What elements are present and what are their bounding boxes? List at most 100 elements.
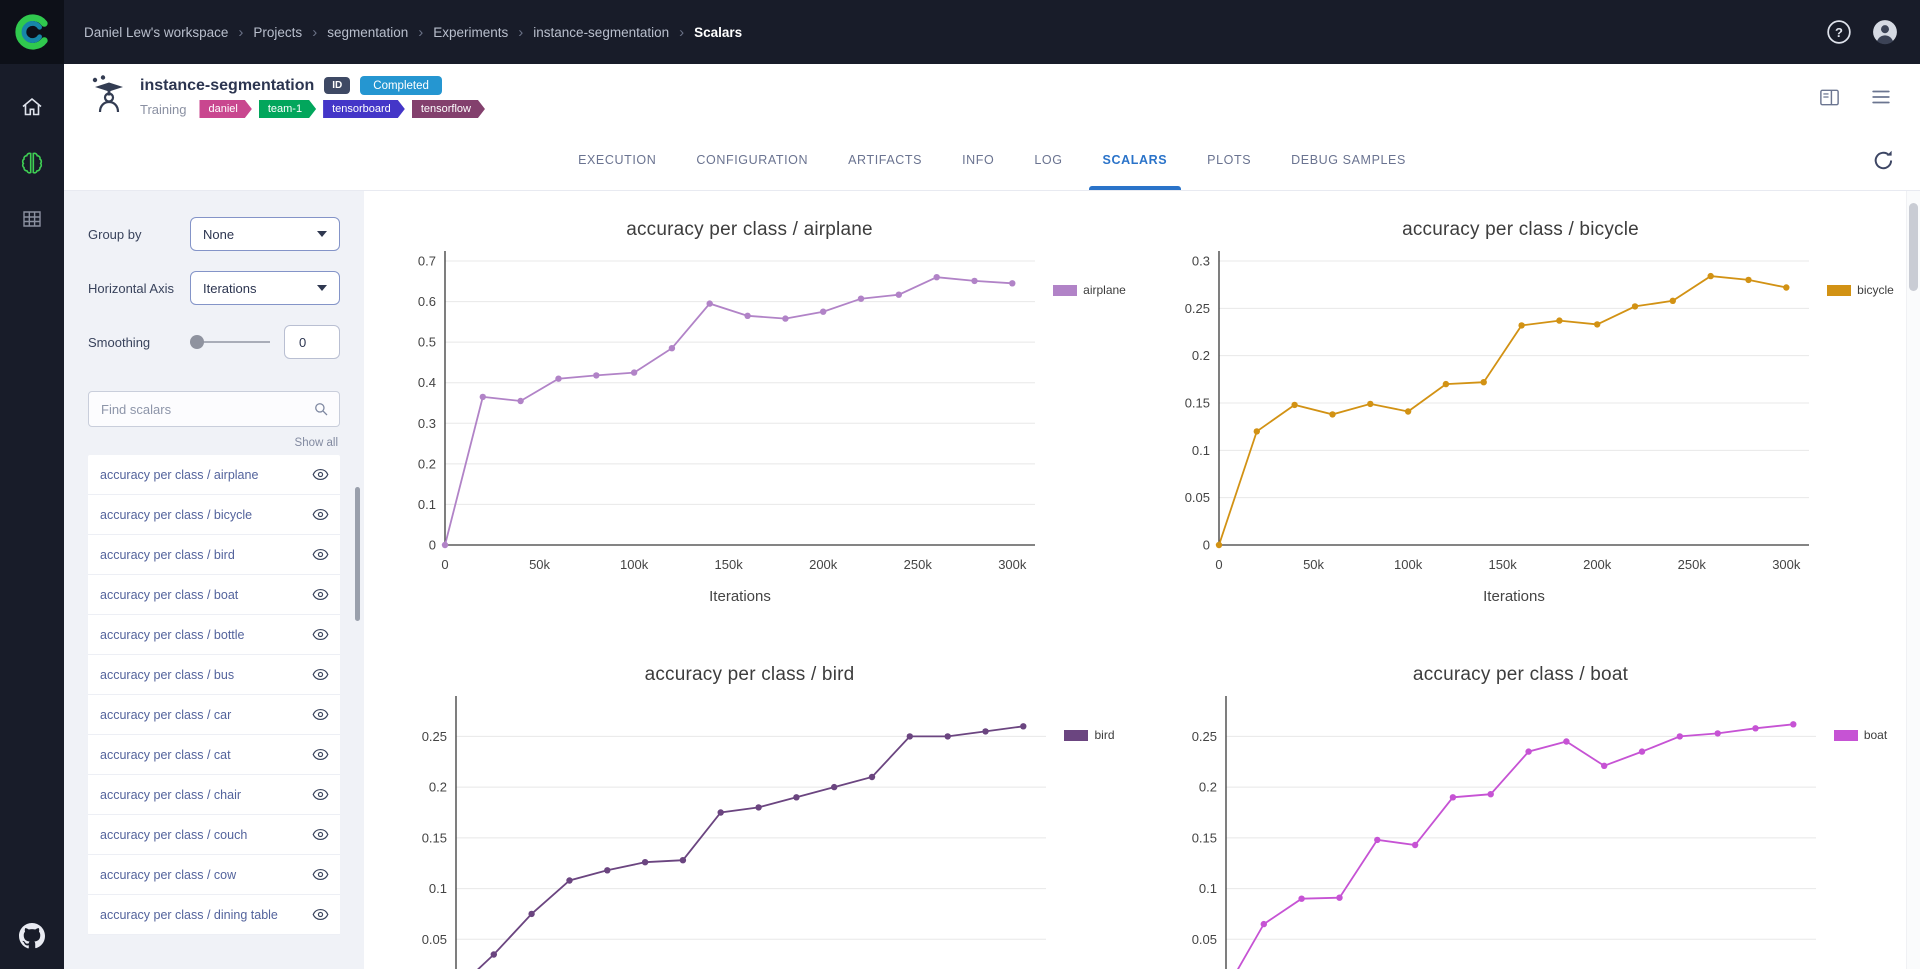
list-item[interactable]: accuracy per class / bird [88,535,340,575]
eye-icon[interactable] [311,665,330,684]
breadcrumb-separator: › [418,24,423,41]
eye-icon[interactable] [311,585,330,604]
legend-swatch [1827,285,1851,296]
eye-icon[interactable] [311,505,330,524]
search-icon[interactable] [312,400,330,423]
refresh-icon[interactable] [1871,148,1896,178]
svg-text:300k: 300k [1772,557,1801,572]
svg-text:300k: 300k [998,557,1027,572]
svg-text:250k: 250k [904,557,933,572]
chart-body: 00.050.10.150.20.250.3050k100k150k200k25… [1147,241,1894,621]
eye-icon[interactable] [311,905,330,924]
list-item[interactable]: accuracy per class / couch [88,815,340,855]
scrollbar-thumb[interactable] [1909,203,1918,291]
eye-icon[interactable] [311,625,330,644]
chart-legend[interactable]: bicycle [1827,283,1894,297]
list-item[interactable]: accuracy per class / bus [88,655,340,695]
list-item[interactable]: accuracy per class / car [88,695,340,735]
tab-configuration[interactable]: CONFIGURATION [676,131,828,190]
scalar-name: accuracy per class / car [100,708,311,722]
datasets-grid-icon[interactable] [19,206,45,232]
svg-text:0: 0 [1216,557,1223,572]
eye-icon[interactable] [311,865,330,884]
svg-text:0.2: 0.2 [1192,348,1210,363]
scalar-name: accuracy per class / airplane [100,468,311,482]
scalar-name: accuracy per class / bus [100,668,311,682]
tab-debug-samples[interactable]: DEBUG SAMPLES [1271,131,1426,190]
main-content: instance-segmentation ID Completed Train… [64,64,1920,969]
smoothing-input[interactable] [284,325,340,359]
chart-legend[interactable]: airplane [1053,283,1126,297]
svg-text:?: ? [1835,25,1843,40]
list-item[interactable]: accuracy per class / cat [88,735,340,775]
line-chart[interactable]: 00.050.10.150.20.25050k100k150k200k250k3… [384,686,1064,969]
github-icon[interactable] [19,923,45,949]
line-chart[interactable]: 00.10.20.30.40.50.60.7050k100k150k200k25… [373,241,1053,621]
breadcrumb-item[interactable]: Daniel Lew's workspace [84,25,228,40]
list-item[interactable]: accuracy per class / boat [88,575,340,615]
svg-text:0.3: 0.3 [1192,254,1210,269]
tag-tensorflow[interactable]: tensorflow [412,100,485,118]
breadcrumb-item[interactable]: instance-segmentation [533,25,669,40]
eye-icon[interactable] [311,465,330,484]
tab-artifacts[interactable]: ARTIFACTS [828,131,942,190]
chart-body: 00.050.10.150.20.25050k100k150k200k250k3… [1154,686,1887,969]
breadcrumb-separator: › [312,24,317,41]
scalar-name: accuracy per class / cow [100,868,311,882]
search-input[interactable] [88,391,340,427]
menu-icon[interactable] [1868,84,1894,110]
show-all-link[interactable]: Show all [90,437,338,449]
list-item[interactable]: accuracy per class / dining table [88,895,340,935]
vertical-scrollbar[interactable] [1906,191,1920,969]
slider-thumb[interactable] [190,335,204,349]
tab-execution[interactable]: EXECUTION [558,131,676,190]
projects-brain-icon[interactable] [19,150,45,176]
breadcrumb-separator: › [238,24,243,41]
clearml-logo[interactable] [0,0,64,64]
breadcrumb-item[interactable]: Projects [253,25,302,40]
tab-scalars[interactable]: SCALARS [1083,131,1188,190]
line-chart[interactable]: 00.050.10.150.20.250.3050k100k150k200k25… [1147,241,1827,621]
svg-text:0.5: 0.5 [418,335,436,350]
chart-legend[interactable]: boat [1834,728,1887,742]
list-item[interactable]: accuracy per class / chair [88,775,340,815]
tag-team-1[interactable]: team-1 [259,100,316,118]
list-item[interactable]: accuracy per class / bicycle [88,495,340,535]
smoothing-slider[interactable] [190,335,270,349]
eye-icon[interactable] [311,545,330,564]
avatar[interactable] [1872,19,1898,45]
scalar-settings-panel: Group by None Horizontal Axis Iterations… [64,191,364,969]
eye-icon[interactable] [311,705,330,724]
id-badge[interactable]: ID [324,77,350,94]
eye-icon[interactable] [311,785,330,804]
svg-text:250k: 250k [1678,557,1707,572]
list-scrollbar[interactable] [355,487,360,621]
eye-icon[interactable] [311,825,330,844]
list-item[interactable]: accuracy per class / bottle [88,615,340,655]
svg-text:0.25: 0.25 [422,729,447,744]
list-item[interactable]: accuracy per class / airplane [88,455,340,495]
svg-text:150k: 150k [1489,557,1518,572]
tag-daniel[interactable]: daniel [199,100,251,118]
chart-legend[interactable]: bird [1064,728,1114,742]
list-item[interactable]: accuracy per class / cow [88,855,340,895]
tag-tensorboard[interactable]: tensorboard [323,100,405,118]
horizontal-axis-select[interactable]: Iterations [190,271,340,305]
home-icon[interactable] [19,94,45,120]
svg-text:150k: 150k [715,557,744,572]
details-panel-icon[interactable] [1816,84,1842,110]
line-chart[interactable]: 00.050.10.150.20.25050k100k150k200k250k3… [1154,686,1834,969]
tabs-container: EXECUTIONCONFIGURATIONARTIFACTSINFOLOGSC… [558,131,1426,190]
breadcrumb-item[interactable]: Scalars [694,25,742,40]
tab-plots[interactable]: PLOTS [1187,131,1271,190]
svg-text:200k: 200k [1583,557,1612,572]
svg-text:Iterations: Iterations [1483,588,1545,605]
breadcrumb-item[interactable]: Experiments [433,25,508,40]
breadcrumb-item[interactable]: segmentation [327,25,408,40]
eye-icon[interactable] [311,745,330,764]
tab-log[interactable]: LOG [1014,131,1082,190]
help-icon[interactable]: ? [1826,19,1852,45]
group-by-select[interactable]: None [190,217,340,251]
tab-info[interactable]: INFO [942,131,1014,190]
svg-text:0.05: 0.05 [422,932,447,947]
